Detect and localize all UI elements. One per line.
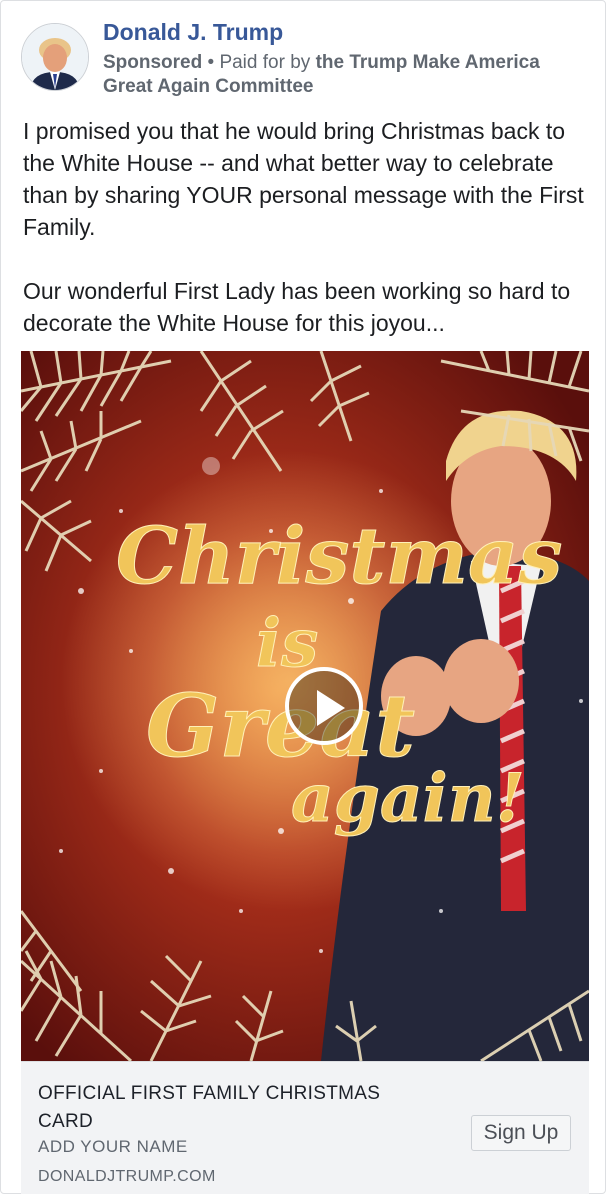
sponsored-post-card: Donald J. Trump Sponsored • Paid for by … [0, 0, 606, 1194]
video-media[interactable]: Christmas is Great again! [21, 351, 589, 1061]
link-description: ADD YOUR NAME [38, 1137, 188, 1156]
overlay-line: again! [291, 759, 525, 837]
link-preview[interactable]: OFFICIAL FIRST FAMILY CHRISTMAS CARD ADD… [21, 1061, 589, 1194]
play-button[interactable] [285, 667, 363, 745]
sponsored-byline: Sponsored • Paid for by the Trump Make A… [103, 51, 563, 99]
post-paragraph: I promised you that he would bring Chris… [23, 118, 584, 240]
sign-up-button[interactable]: Sign Up [471, 1115, 571, 1151]
post-text: I promised you that he would bring Chris… [23, 115, 588, 339]
author-name[interactable]: Donald J. Trump [103, 19, 283, 46]
paid-for-prefix: • Paid for by [202, 52, 316, 73]
play-icon [317, 690, 345, 726]
link-title[interactable]: OFFICIAL FIRST FAMILY CHRISTMAS CARD [38, 1080, 438, 1136]
post-paragraph: Our wonderful First Lady has been workin… [23, 278, 571, 336]
sponsored-label[interactable]: Sponsored [103, 52, 202, 73]
link-domain: DONALDJTRUMP.COM [38, 1168, 216, 1185]
author-avatar[interactable] [21, 23, 89, 91]
overlay-line: Christmas [116, 511, 562, 602]
